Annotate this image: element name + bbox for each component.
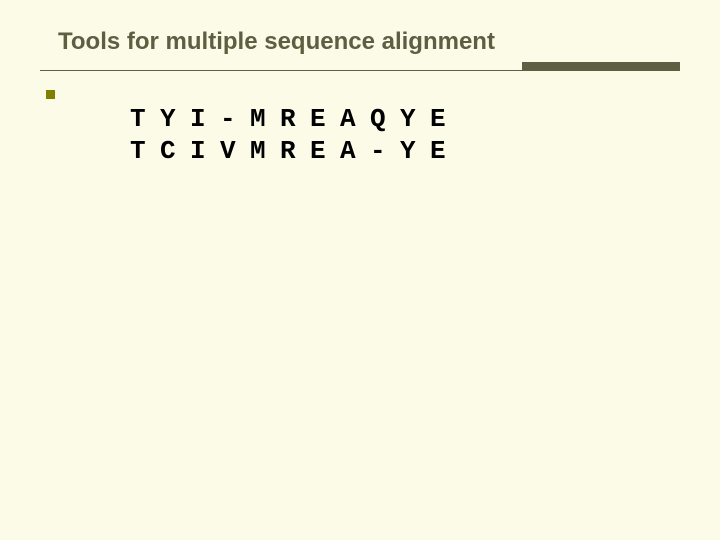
residue: Q bbox=[370, 104, 400, 136]
residue: C bbox=[160, 136, 190, 168]
sequence-row-2: TCIVMREA-YE bbox=[130, 136, 460, 168]
residue: Y bbox=[400, 136, 430, 168]
residue: E bbox=[310, 104, 340, 136]
residue: T bbox=[130, 136, 160, 168]
residue: I bbox=[190, 104, 220, 136]
residue: R bbox=[280, 104, 310, 136]
sequence-row-1: TYI-MREAQYE bbox=[130, 104, 460, 136]
residue: M bbox=[250, 136, 280, 168]
residue: E bbox=[430, 136, 460, 168]
slide: Tools for multiple sequence alignment TY… bbox=[0, 0, 720, 540]
residue: - bbox=[220, 104, 250, 136]
residue: V bbox=[220, 136, 250, 168]
residue: A bbox=[340, 104, 370, 136]
residue: - bbox=[370, 136, 400, 168]
residue: M bbox=[250, 104, 280, 136]
residue: I bbox=[190, 136, 220, 168]
residue: T bbox=[130, 104, 160, 136]
bullet-icon bbox=[46, 90, 55, 99]
title-underline-accent bbox=[522, 62, 680, 70]
residue: Y bbox=[400, 104, 430, 136]
residue: A bbox=[340, 136, 370, 168]
residue: E bbox=[430, 104, 460, 136]
slide-title: Tools for multiple sequence alignment bbox=[58, 28, 495, 56]
title-underline bbox=[40, 70, 680, 71]
residue: E bbox=[310, 136, 340, 168]
residue: R bbox=[280, 136, 310, 168]
residue: Y bbox=[160, 104, 190, 136]
sequence-alignment-block: TYI-MREAQYE TCIVMREA-YE bbox=[130, 104, 460, 167]
